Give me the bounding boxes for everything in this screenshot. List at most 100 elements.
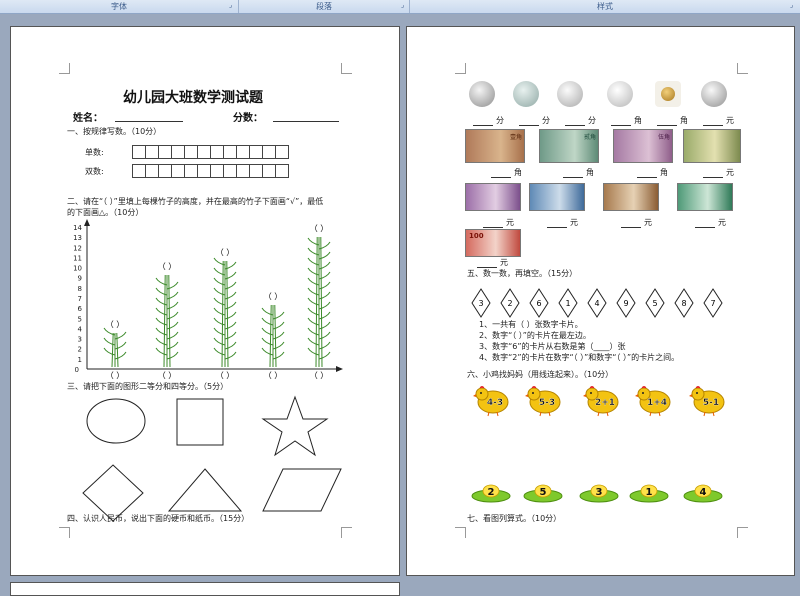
score-blank	[273, 121, 339, 122]
y-tick-label: 11	[73, 254, 82, 262]
question-5-line-2: 2、数字“（ ）”的卡片在最左边。	[479, 331, 591, 340]
document-page-1: 幼儿园大班数学测试题 姓名： 分数： 一、按规律写数。（10分） 单数: 双数:…	[10, 26, 400, 576]
shapes-area	[82, 395, 342, 522]
even-label: 双数:	[85, 167, 104, 176]
chick-icon: 5-1	[689, 386, 725, 417]
score-label: 分数：	[233, 113, 263, 124]
chick-card[interactable]: 5-3	[525, 385, 565, 417]
y-tick-label: 1	[78, 356, 82, 364]
question-4-text: 四、认识人民币，说出下面的硬币和纸币。（15分）	[67, 514, 250, 523]
crop-mark	[59, 63, 70, 74]
question-2-text-line2: 的下面画△。（10分）	[67, 208, 144, 217]
lily-pad-number: 2	[488, 487, 495, 498]
y-tick-label: 2	[78, 346, 82, 354]
crop-mark	[737, 527, 748, 538]
lily-pad-card[interactable]: 5	[523, 483, 563, 503]
note-unit-1: 角	[491, 167, 522, 178]
dialog-launcher-icon[interactable]: ⌟	[229, 2, 236, 9]
y-tick-label: 10	[73, 265, 82, 273]
y-tick-label: 6	[78, 305, 83, 313]
crop-mark	[59, 527, 70, 538]
note-unit-7: 元	[621, 217, 652, 228]
odd-number-boxes	[132, 145, 289, 159]
lily-pad-card[interactable]: 2	[471, 483, 511, 503]
note-unit-3: 角	[637, 167, 668, 178]
coin-unit-4: 角	[611, 115, 642, 126]
ribbon-group-styles[interactable]: 样式	[410, 0, 800, 13]
ribbon-group-paragraph[interactable]: 段落	[239, 0, 410, 13]
lily-pad-icon: 4	[683, 484, 723, 503]
bamboo-height-chart: 14131211109876543210 （ ）（ ）（ ）（ ）（ ）（ ）（…	[73, 219, 343, 379]
ribbon-group-font[interactable]: 字体	[0, 0, 239, 13]
bamboo-bottom-paren: （ ）	[106, 371, 125, 379]
note-unit-9: 元	[477, 257, 508, 268]
ribbon-group-label: 样式	[597, 2, 613, 11]
lily-pad-icon: 1	[629, 484, 669, 503]
triangle-shape	[167, 468, 243, 512]
question-2-text-line1: 二、请在“（ ）”里填上每棵竹子的高度，并在最高的竹子下面画“√”，最低	[67, 197, 324, 206]
y-tick-label: 14	[73, 224, 82, 232]
coin-1-yuan-icon	[701, 81, 727, 107]
number-card-label: 5	[652, 299, 657, 308]
number-card: 5	[645, 288, 665, 318]
bamboo-plant: （ ） （ ）	[261, 292, 285, 379]
chick-icon: 5-3	[525, 386, 561, 417]
chick-card[interactable]: 5-1	[689, 385, 729, 417]
star-shape	[261, 395, 329, 457]
coin-unit-1: 分	[473, 115, 504, 126]
crop-mark	[737, 63, 748, 74]
lily-pad-number: 3	[596, 487, 603, 498]
number-card: 6	[529, 288, 549, 318]
note-unit-5: 元	[483, 217, 514, 228]
bamboo-plant: （ ） （ ）	[103, 320, 127, 379]
crop-mark	[341, 527, 352, 538]
bamboo-plant: （ ） （ ）	[213, 248, 237, 379]
chick-icon: 1+4	[635, 386, 671, 417]
lily-pad-icon: 5	[523, 484, 563, 503]
y-tick-label: 12	[73, 244, 82, 252]
bamboo-bottom-paren: （ ）	[264, 371, 283, 379]
chick-expression: 5-3	[539, 398, 555, 408]
odd-label: 单数:	[85, 148, 104, 157]
coin-unit-6: 元	[703, 115, 734, 126]
square-shape	[176, 398, 224, 446]
number-card-label: 6	[536, 299, 541, 308]
name-blank	[115, 121, 183, 122]
chick-icon: 4-3	[473, 386, 509, 417]
y-tick-label: 7	[78, 295, 82, 303]
coin-unit-5: 角	[657, 115, 688, 126]
chick-icon: 2+1	[583, 386, 619, 417]
lily-pad-card[interactable]: 4	[683, 483, 723, 503]
dialog-launcher-icon[interactable]: ⌟	[401, 2, 408, 9]
lily-pad-card[interactable]: 3	[579, 483, 619, 503]
chick-card[interactable]: 2+1	[583, 385, 623, 417]
number-card-label: 1	[565, 299, 570, 308]
question-5-text: 五、数一数，再填空。（15分）	[467, 269, 578, 278]
ribbon-bar: 字体 ⌟ 段落 ⌟ 样式 ⌟	[0, 0, 800, 14]
question-5-line-3: 3、数字“6”的卡片从右数是第（____）张	[479, 342, 626, 351]
lily-pad-card[interactable]: 1	[629, 483, 669, 503]
document-page-2: 分 分 分 角 角 元 壹角 贰角 伍角 角 角 角 元 元 元 元 元 100…	[406, 26, 795, 576]
bamboo-plant: （ ） （ ）	[155, 262, 179, 379]
number-card-label: 8	[681, 299, 686, 308]
question-5-line-4: 4、数字“2”的卡片在数字“（ ）”和数字“（ ）”的卡片之间。	[479, 353, 680, 362]
dialog-launcher-icon[interactable]: ⌟	[790, 2, 797, 9]
banknote-100-yuan-icon: 100	[465, 229, 521, 257]
bamboo-bottom-paren: （ ）	[310, 371, 329, 379]
number-card-label: 2	[507, 299, 512, 308]
bamboo-top-paren: （ ）	[106, 320, 125, 329]
coin-unit-2: 分	[519, 115, 550, 126]
x-axis-arrow	[336, 366, 343, 372]
chick-card[interactable]: 4-3	[473, 385, 513, 417]
number-card-label: 7	[710, 299, 715, 308]
coin-5-jiao-icon	[655, 81, 681, 107]
bamboo-bottom-paren: （ ）	[158, 371, 177, 379]
banknote-5-yuan-icon	[465, 183, 521, 211]
coin-1-fen-icon	[469, 81, 495, 107]
coin-1-jiao-icon	[607, 81, 633, 107]
chick-card[interactable]: 1+4	[635, 385, 675, 417]
bamboo-top-paren: （ ）	[158, 262, 177, 271]
crop-mark	[455, 63, 466, 74]
banknote-label: 壹角	[509, 134, 522, 141]
note-unit-8: 元	[695, 217, 726, 228]
